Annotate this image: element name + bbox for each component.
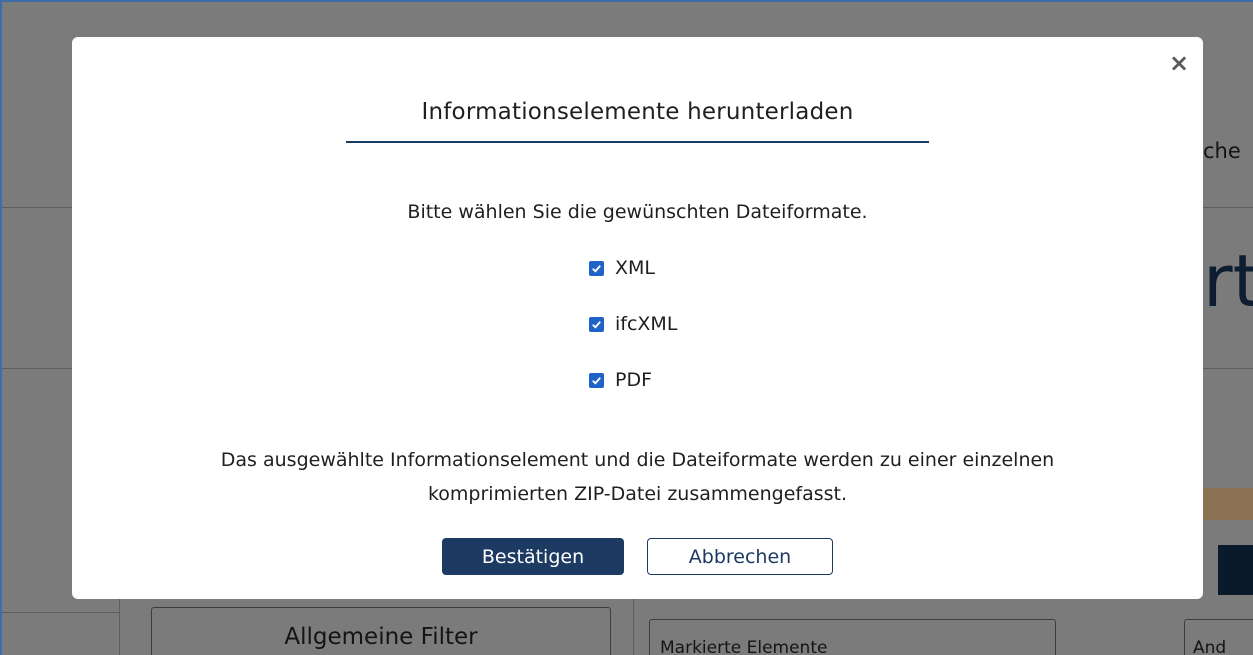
xml-label: XML [615,257,655,279]
xml-checkbox[interactable] [589,260,604,276]
pdf-checkbox[interactable] [589,372,604,388]
option-ifcxml[interactable]: ifcXML [589,312,677,336]
background-heading-fragment: rt [1203,239,1253,323]
background-divider [633,599,634,655]
background-navy-block [1218,545,1253,595]
download-dialog: × Informationselemente herunterladen Bit… [72,37,1203,599]
zip-info-line-1: Das ausgewählte Informationselement und … [220,449,1055,471]
pdf-label: PDF [615,369,653,391]
zip-info-text: Das ausgewählte Informationselement und … [72,443,1203,511]
ifcxml-checkbox[interactable] [589,316,604,332]
dialog-title: Informationselemente herunterladen [421,99,854,125]
background-sidebar-edge [119,599,120,655]
option-pdf[interactable]: PDF [589,368,652,392]
title-underline [346,141,929,143]
marked-elements-field: Markierte Elemente [649,619,1056,655]
checkmark-icon [592,376,601,385]
checkmark-icon [592,264,601,273]
other-field: And [1184,619,1253,655]
zip-info-line-2: komprimierten ZIP-Datei zusammengefasst. [427,483,848,505]
background-orange-bar [1203,488,1253,520]
background-search-fragment: che [1203,139,1241,163]
close-icon[interactable]: × [1167,51,1191,75]
checkmark-icon [592,320,601,329]
format-prompt: Bitte wählen Sie die gewünschten Dateifo… [407,201,868,223]
option-xml[interactable]: XML [589,256,655,280]
background-sidebar-divider [2,612,119,613]
confirm-button[interactable]: Bestätigen [442,538,624,575]
cancel-button[interactable]: Abbrechen [647,538,833,575]
ifcxml-label: ifcXML [615,313,678,335]
app-frame: che rt Allgemeine Filter Markierte Eleme… [0,0,1253,655]
general-filter-button: Allgemeine Filter [151,607,611,655]
